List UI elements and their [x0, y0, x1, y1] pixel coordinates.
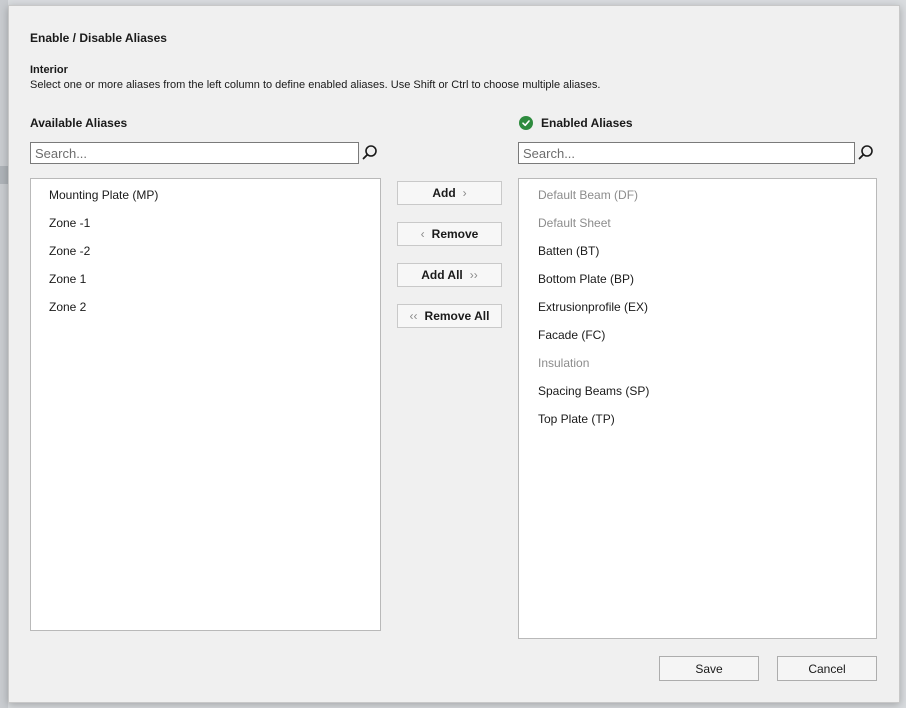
background-selection-band — [0, 166, 8, 184]
cancel-button[interactable]: Cancel — [777, 656, 877, 681]
save-button[interactable]: Save — [659, 656, 759, 681]
alias-dialog: Enable / Disable Aliases Interior Select… — [8, 5, 900, 703]
list-item[interactable]: Default Beam (DF) — [519, 185, 876, 213]
list-item[interactable]: Insulation — [519, 353, 876, 381]
remove-button-label: Remove — [431, 227, 479, 241]
enabled-aliases-header-label: Enabled Aliases — [541, 116, 633, 130]
enabled-aliases-header: Enabled Aliases — [519, 116, 633, 130]
available-aliases-header: Available Aliases — [30, 116, 128, 130]
remove-all-button-label: Remove All — [424, 309, 490, 323]
list-item[interactable]: Bottom Plate (BP) — [519, 269, 876, 297]
search-icon[interactable] — [857, 144, 875, 162]
available-search-input[interactable] — [30, 142, 359, 164]
dialog-title: Enable / Disable Aliases — [30, 31, 167, 45]
chevron-right-icon: › — [462, 186, 467, 200]
available-aliases-list[interactable]: Mounting Plate (MP) Zone -1 Zone -2 Zone 1Z… — [30, 178, 381, 631]
list-item[interactable]: Extrusionprofile (EX) — [519, 297, 876, 325]
list-item[interactable]: Mounting Plate (MP) — [31, 185, 380, 213]
add-all-button[interactable]: Add All ›› — [397, 263, 502, 287]
background-window-edge — [0, 0, 8, 708]
add-all-button-label: Add All — [421, 268, 463, 282]
list-item[interactable]: Default Sheet — [519, 213, 876, 241]
list-item[interactable]: Batten (BT) — [519, 241, 876, 269]
add-button-label: Add — [432, 186, 456, 200]
list-item[interactable]: Zone 1 — [31, 269, 380, 297]
remove-all-button[interactable]: ‹‹ Remove All — [397, 304, 502, 328]
check-circle-icon — [519, 116, 533, 130]
list-item[interactable]: Zone -2 — [31, 241, 380, 269]
list-item[interactable]: Facade (FC) — [519, 325, 876, 353]
list-item[interactable]: Zone 2 — [31, 297, 380, 325]
enabled-aliases-list[interactable]: Default Beam (DF) Default Sheet Batten (BT… — [518, 178, 877, 639]
list-item[interactable]: Top Plate (TP) — [519, 409, 876, 437]
chevron-left-icon: ‹ — [420, 227, 425, 241]
list-item[interactable]: Zone -1 — [31, 213, 380, 241]
double-chevron-left-icon: ‹‹ — [409, 309, 418, 323]
search-icon[interactable] — [361, 144, 379, 162]
list-item[interactable]: Spacing Beams (SP) — [519, 381, 876, 409]
double-chevron-right-icon: ›› — [469, 268, 478, 282]
dialog-instructions: Select one or more aliases from the left… — [30, 79, 601, 91]
enabled-search-input[interactable] — [518, 142, 855, 164]
remove-button[interactable]: ‹ Remove — [397, 222, 502, 246]
dialog-subtitle: Interior — [30, 64, 68, 76]
add-button[interactable]: Add › — [397, 181, 502, 205]
